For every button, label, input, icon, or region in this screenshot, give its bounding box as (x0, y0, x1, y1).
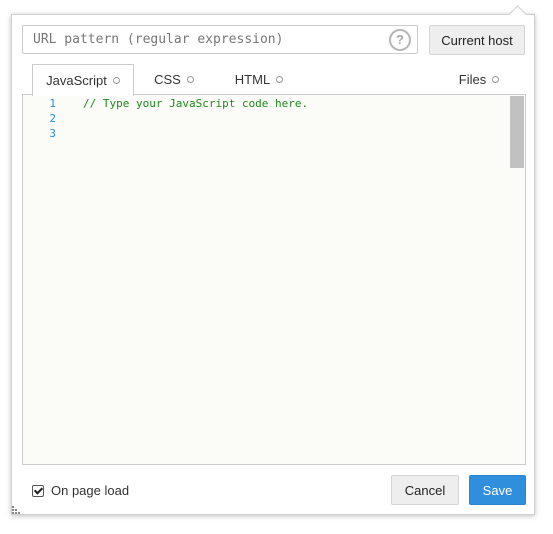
resize-grip-icon[interactable] (12, 506, 21, 515)
on-page-load-label: On page load (51, 483, 130, 498)
status-dot-icon (186, 76, 194, 83)
line-number: 1 (49, 97, 56, 110)
tab-label: Files (458, 72, 487, 87)
tab-bar: JavaScript CSS HTML Files (22, 64, 526, 96)
url-pattern-field[interactable]: ? (22, 25, 418, 54)
status-dot-icon (492, 76, 500, 83)
editor-scrollbar[interactable] (510, 95, 525, 464)
cancel-button[interactable]: Cancel (391, 475, 459, 505)
status-dot-icon (112, 77, 120, 84)
save-button[interactable]: Save (469, 475, 526, 505)
tab-label: JavaScript (46, 73, 107, 88)
tab-css[interactable]: CSS (149, 64, 199, 95)
code-editor[interactable]: 1 2 3 // Type your JavaScript code here. (22, 94, 526, 465)
current-host-button[interactable]: Current host (429, 25, 525, 55)
url-pattern-input[interactable] (23, 26, 383, 53)
tab-files[interactable]: Files (454, 64, 504, 95)
line-number: 3 (49, 127, 56, 140)
line-number-gutter: 1 2 3 (23, 95, 63, 464)
line-number: 2 (49, 112, 56, 125)
scrollbar-thumb[interactable] (510, 96, 524, 168)
on-page-load-toggle[interactable]: On page load (32, 483, 129, 498)
tab-label: CSS (154, 72, 181, 87)
status-dot-icon (276, 76, 284, 83)
question-circle-icon[interactable]: ? (389, 29, 411, 51)
tab-label: HTML (234, 72, 271, 87)
code-line[interactable]: // Type your JavaScript code here. (83, 97, 308, 110)
on-page-load-checkbox[interactable] (32, 484, 44, 497)
tab-html[interactable]: HTML (228, 64, 290, 95)
tab-javascript[interactable]: JavaScript (32, 64, 134, 96)
